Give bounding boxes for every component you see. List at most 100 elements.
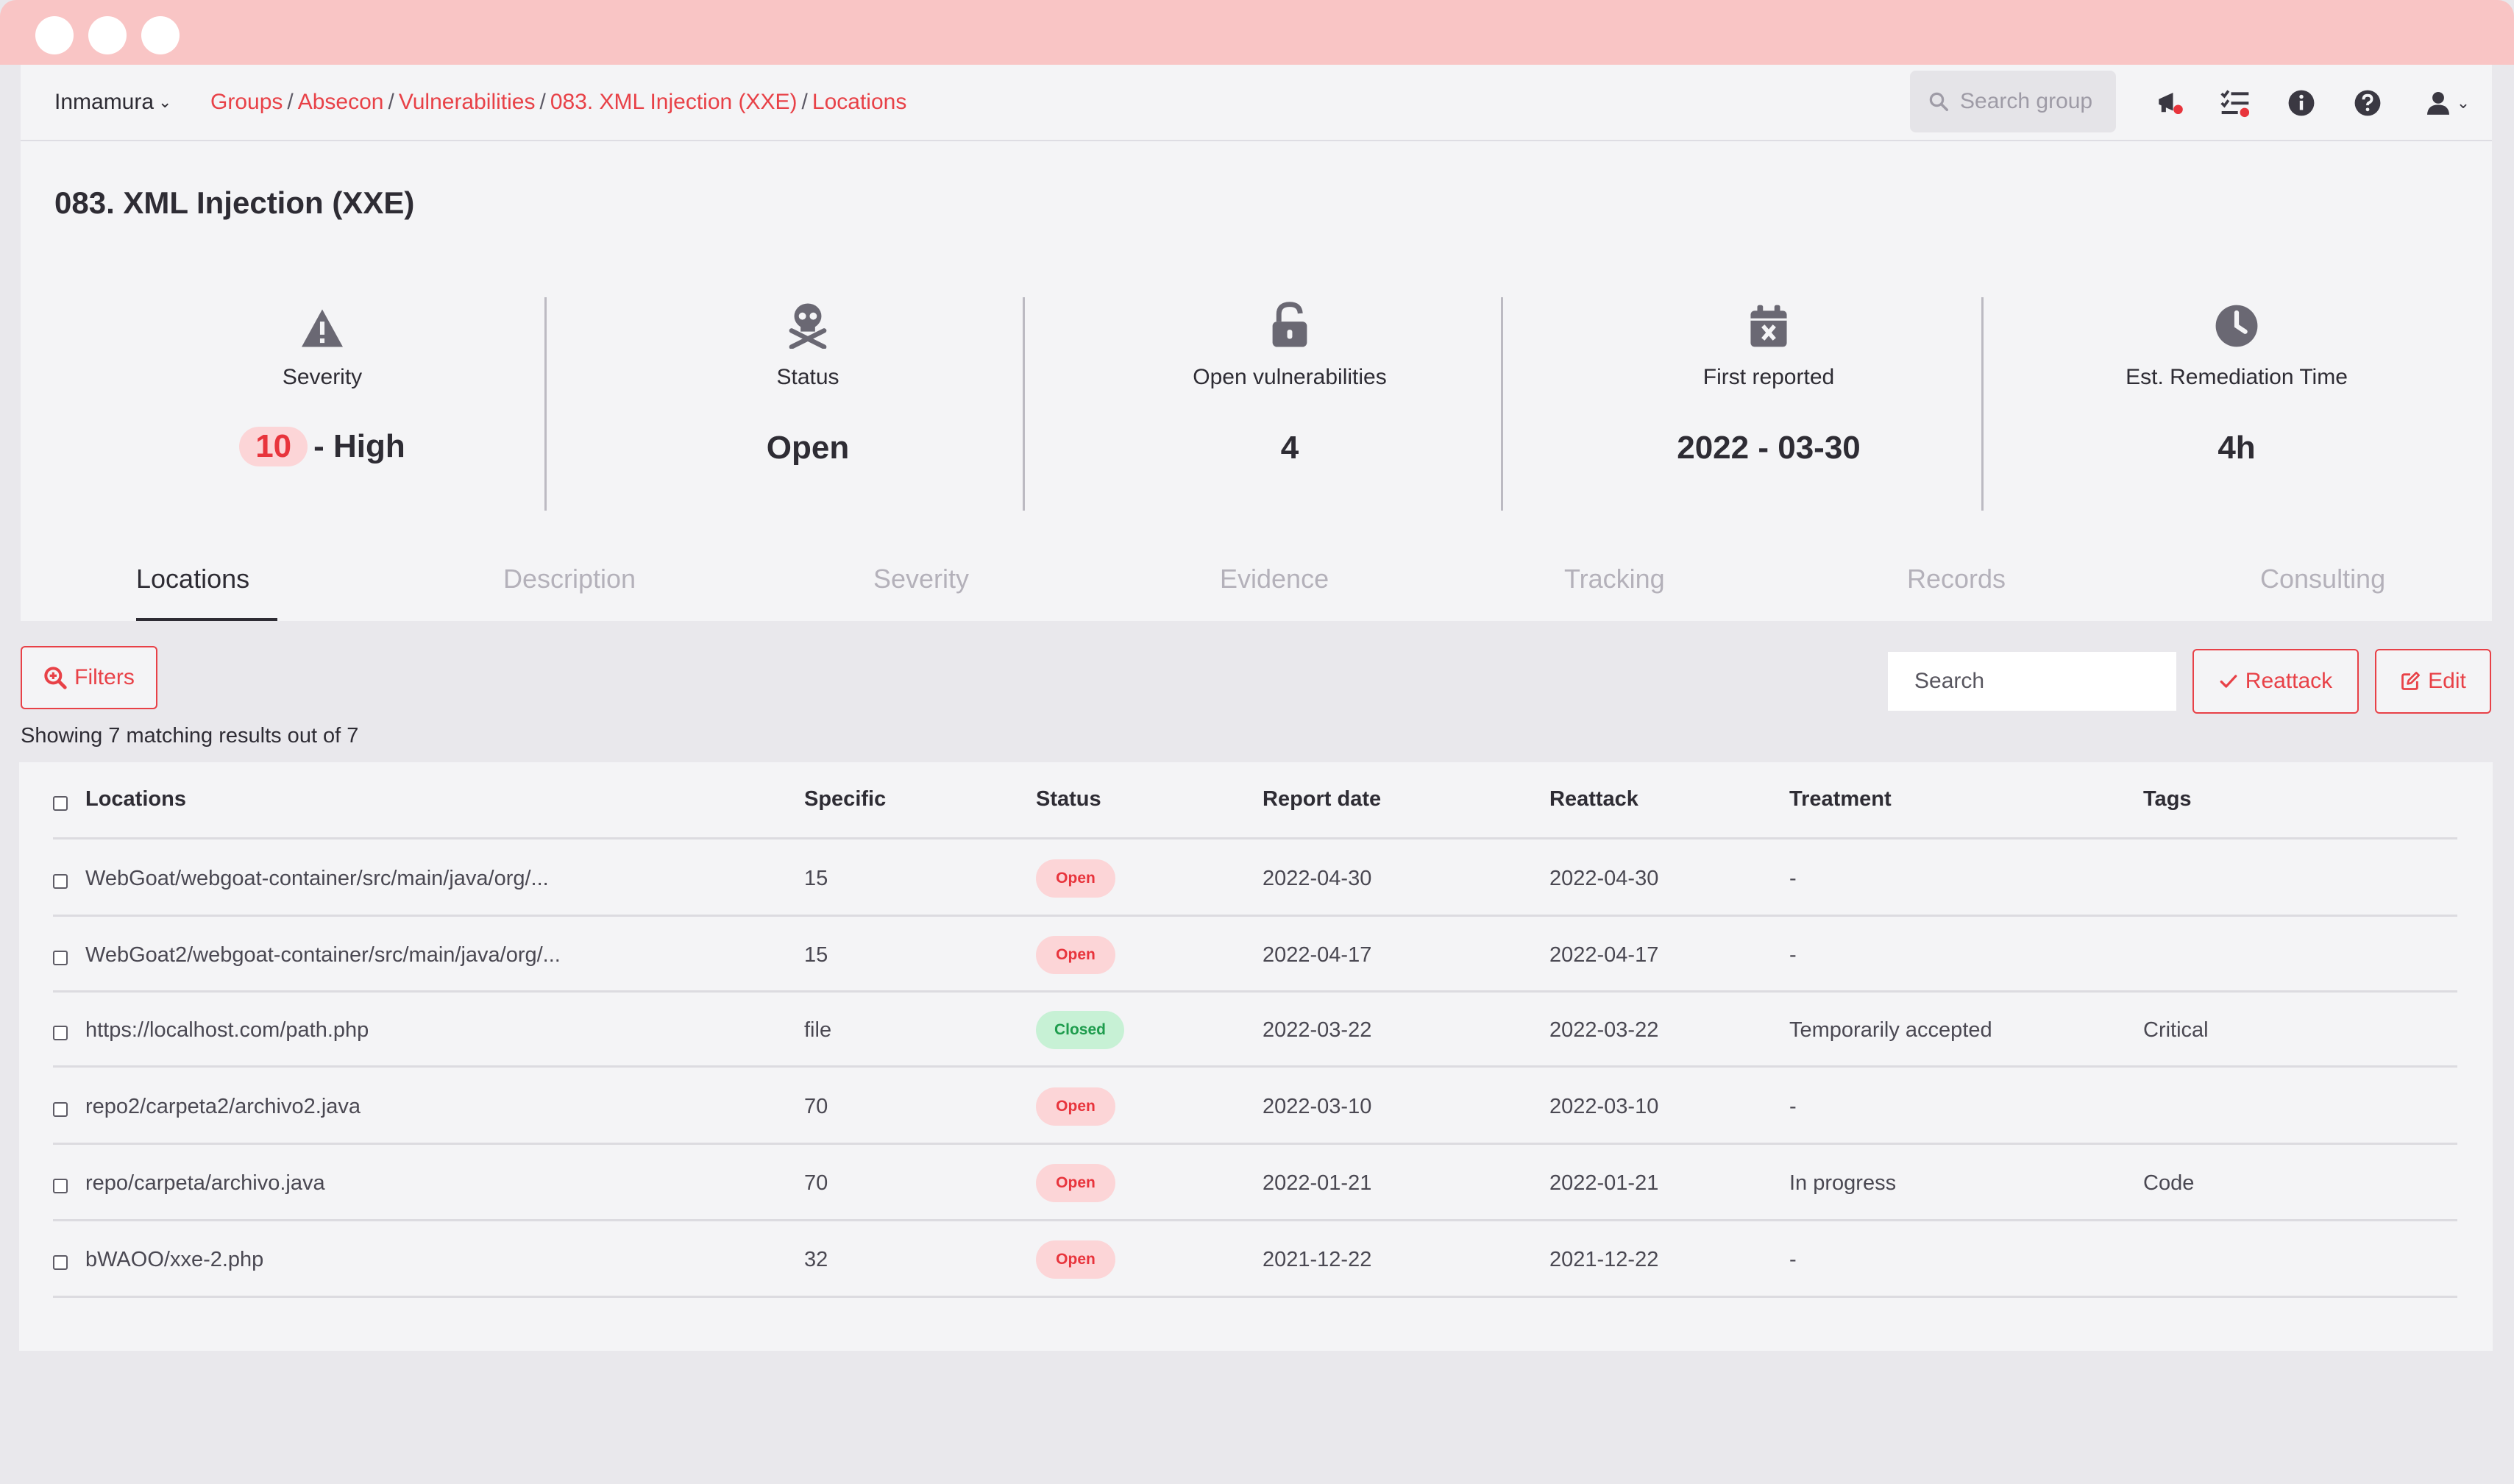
column-header-status[interactable]: Status [1036,787,1101,812]
breadcrumb-vulnerabilities[interactable]: Vulnerabilities [399,90,536,114]
cell-tags: Critical [2143,1018,2209,1042]
search-input[interactable] [1888,652,2176,711]
cell-report-date: 2022-01-21 [1263,1171,1372,1195]
first-reported-value: 2022 - 03-30 [1677,430,1861,466]
row-checkbox[interactable] [53,1179,68,1193]
cell-treatment: Temporarily accepted [1789,1018,1992,1042]
indicator-divider [544,297,547,511]
announcement-icon[interactable] [2153,85,2188,121]
cell-location[interactable]: repo2/carpeta2/archivo2.java [85,1095,361,1119]
tab-tracking[interactable]: Tracking [1564,564,1665,594]
select-all-checkbox[interactable] [53,796,68,811]
cell-reattack: 2022-04-30 [1549,867,1659,890]
cell-report-date: 2022-04-30 [1263,867,1372,890]
row-checkbox[interactable] [53,874,68,889]
first-reported-label: First reported [1702,365,1835,389]
tab-evidence[interactable]: Evidence [1220,564,1329,594]
cell-location[interactable]: WebGoat/webgoat-container/src/main/java/… [85,867,549,891]
unlock-icon [1272,302,1307,347]
top-navbar: Inmamura ⌄ Groups / Absecon / Vulnerabilitie… [21,65,2492,141]
chevron-down-icon: ⌄ [158,93,172,111]
row-checkbox[interactable] [53,1102,68,1117]
edit-button[interactable]: Edit [2375,649,2491,714]
table-row[interactable]: https://localhost.com/path.php file Clos… [19,990,2493,1067]
severity-label: Severity [282,365,363,389]
cell-specific: 15 [804,943,828,967]
cell-specific: 70 [804,1095,828,1118]
help-icon[interactable] [2350,85,2385,121]
breadcrumb-locations[interactable]: Locations [812,90,906,114]
reattack-label: Reattack [2245,669,2333,693]
cell-location[interactable]: https://localhost.com/path.php [85,1018,369,1043]
edit-label: Edit [2428,669,2466,693]
tab-severity[interactable]: Severity [873,564,969,594]
cell-report-date: 2022-04-17 [1263,943,1372,967]
tab-records[interactable]: Records [1907,564,2006,594]
filters-label: Filters [74,665,135,689]
column-header-specific[interactable]: Specific [804,787,886,812]
cell-location[interactable]: repo/carpeta/archivo.java [85,1171,325,1196]
user-menu[interactable]: ⌄ [2416,85,2478,121]
column-header-report-date[interactable]: Report date [1263,787,1381,812]
status-indicator: Status Open [697,297,918,509]
cell-report-date: 2022-03-22 [1263,1018,1372,1042]
status-badge: Open [1036,936,1115,974]
tab-locations[interactable]: Locations [136,564,249,594]
column-header-tags[interactable]: Tags [2143,787,2192,812]
tasks-icon[interactable] [2217,85,2253,121]
table-row[interactable]: repo/carpeta/archivo.java 70 Open 2022-0… [19,1143,2493,1220]
row-checkbox[interactable] [53,1026,68,1040]
warning-icon [302,309,343,347]
window-title-bar [0,0,2514,65]
calendar-times-icon [1750,305,1787,347]
status-value: Open [766,430,850,466]
column-header-reattack[interactable]: Reattack [1549,787,1638,812]
window-close-button[interactable] [35,16,74,54]
active-tab-indicator [136,618,277,621]
cell-specific: 15 [804,867,828,890]
table-row[interactable]: WebGoat/webgoat-container/src/main/java/… [19,839,2493,915]
status-label: Status [776,365,839,389]
cell-reattack: 2022-03-10 [1549,1095,1659,1118]
search-group-input[interactable]: Search group [1910,71,2116,132]
status-badge: Open [1036,1240,1115,1279]
edit-icon [2401,672,2421,690]
table-row[interactable]: WebGoat2/webgoat-container/src/main/java… [19,915,2493,992]
remediation-time-label: Est. Remediation Time [2126,365,2348,389]
tab-description[interactable]: Description [503,564,636,594]
severity-level: - High [313,428,405,464]
breadcrumb-group-absecon[interactable]: Absecon [298,90,384,114]
locations-table: Locations Specific Status Report date Re… [19,762,2493,1351]
clock-icon [2215,305,2258,347]
cell-reattack: 2022-01-21 [1549,1171,1659,1195]
window-minimize-button[interactable] [88,16,127,54]
cell-reattack: 2022-04-17 [1549,943,1659,967]
cell-location[interactable]: WebGoat2/webgoat-container/src/main/java… [85,943,561,968]
row-checkbox[interactable] [53,951,68,965]
row-checkbox[interactable] [53,1255,68,1270]
table-row[interactable]: repo2/carpeta2/archivo2.java 70 Open 202… [19,1067,2493,1143]
cell-report-date: 2022-03-10 [1263,1095,1372,1118]
filters-button[interactable]: Filters [21,646,157,709]
open-vulnerabilities-value: 4 [1280,430,1299,466]
severity-value: 10- High [212,427,433,466]
column-header-treatment[interactable]: Treatment [1789,787,1892,812]
cell-treatment: - [1789,867,1797,890]
info-icon[interactable] [2284,85,2319,121]
tab-consulting[interactable]: Consulting [2260,564,2385,594]
indicator-divider [1981,297,1984,511]
reattack-button[interactable]: Reattack [2192,649,2359,714]
breadcrumb-groups[interactable]: Groups [210,90,283,114]
column-header-locations[interactable]: Locations [85,787,186,812]
window-maximize-button[interactable] [141,16,180,54]
cell-treatment: In progress [1789,1171,1897,1195]
cell-treatment: - [1789,943,1797,967]
organization-selector[interactable]: Inmamura ⌄ [54,90,171,115]
indicator-divider [1023,297,1025,511]
search-group-placeholder: Search group [1960,89,2093,113]
table-row[interactable]: bWAOO/xxe-2.php 32 Open 2021-12-22 2021-… [19,1220,2493,1296]
severity-score-badge: 10 [239,427,308,466]
cell-location[interactable]: bWAOO/xxe-2.php [85,1248,263,1272]
breadcrumb-vulnerability[interactable]: 083. XML Injection (XXE) [550,90,798,114]
status-badge: Open [1036,1164,1115,1202]
